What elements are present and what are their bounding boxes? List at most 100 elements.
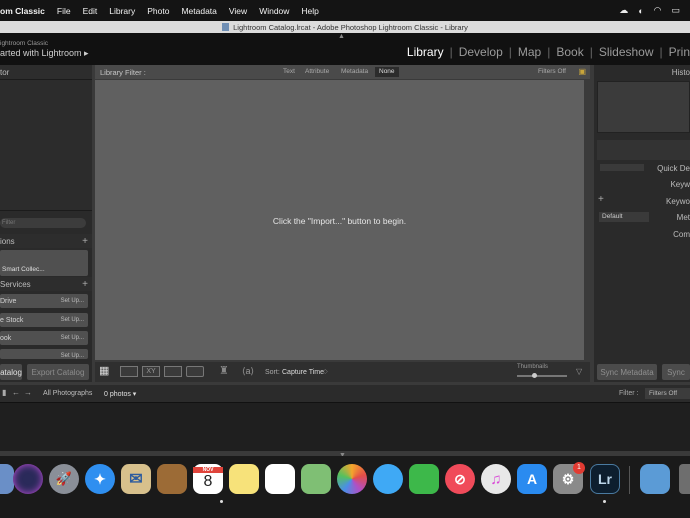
module-library[interactable]: Library [401, 45, 450, 59]
wifi-icon[interactable]: ◠ [654, 5, 662, 16]
notes-icon[interactable] [229, 464, 259, 494]
calendar-day: 8 [203, 473, 213, 490]
filmstrip-filter-dropdown[interactable]: Filters Off [645, 388, 690, 399]
module-print[interactable]: Prin [663, 45, 690, 59]
filter-metadata-tab[interactable]: Metadata [337, 67, 372, 77]
reminders-icon[interactable] [265, 464, 295, 494]
grid-toggle-icon[interactable]: ▮ [2, 388, 6, 397]
compare-view-icon[interactable]: XY [142, 366, 160, 377]
grid-scrollbar[interactable] [584, 80, 590, 360]
service-setup-button[interactable]: Set Up... [61, 298, 84, 304]
histogram-header[interactable]: Histo [594, 65, 690, 79]
cloud-sync-icon[interactable]: ☁ [619, 5, 628, 16]
menu-window[interactable]: Window [259, 6, 289, 16]
filmstrip[interactable] [0, 402, 690, 451]
publish-service-facebook[interactable]: ook Set Up... [0, 331, 88, 345]
keyword-list-header[interactable]: + Keywo [594, 194, 690, 208]
add-collection-icon[interactable]: + [82, 236, 88, 247]
publish-service-more[interactable]: Set Up... [0, 349, 88, 359]
spray-can-icon[interactable]: ♜ [219, 364, 229, 377]
import-prompt-message: Click the "Import..." button to begin. [272, 216, 407, 226]
publish-services-header[interactable]: Services + [0, 277, 92, 291]
safari-icon[interactable]: ✦ [85, 464, 115, 494]
lightroom-icon[interactable]: Lr [590, 464, 620, 494]
app-menu[interactable]: om Classic [0, 6, 45, 16]
people-view-icon[interactable] [186, 366, 204, 377]
messages-icon[interactable] [373, 464, 403, 494]
identity-app-name: ightroom Classic [0, 40, 49, 47]
launchpad-icon[interactable]: 🚀 [49, 464, 79, 494]
maps-icon[interactable] [301, 464, 331, 494]
library-filter-label: Library Filter : [100, 67, 146, 77]
sort-direction-icon[interactable]: ⟨a⟩ [242, 366, 254, 377]
collections-header[interactable]: ions + [0, 234, 92, 248]
sync-settings-button[interactable]: Sync [662, 364, 690, 380]
service-setup-button[interactable]: Set Up... [61, 353, 84, 359]
filmstrip-source[interactable]: All Photographs [43, 390, 92, 397]
survey-view-icon[interactable] [164, 366, 182, 377]
top-panel-toggle-icon[interactable]: ▲ [338, 33, 345, 40]
add-publish-service-icon[interactable]: + [82, 279, 88, 290]
thumbnail-slider-handle[interactable] [532, 373, 537, 378]
filmstrip-photo-count[interactable]: 0 photos ▾ [104, 390, 136, 398]
service-setup-button[interactable]: Set Up... [61, 335, 84, 341]
identity-activity-text[interactable]: arted with Lightroom ▸ [0, 48, 89, 59]
menu-metadata[interactable]: Metadata [181, 6, 216, 16]
menu-photo[interactable]: Photo [147, 6, 169, 16]
keywording-header[interactable]: Keyw [594, 177, 690, 191]
menu-edit[interactable]: Edit [83, 6, 98, 16]
siri-icon[interactable] [13, 464, 43, 494]
photos-icon[interactable] [337, 464, 367, 494]
publish-service-drive[interactable]: Drive Set Up... [0, 294, 88, 308]
sync-metadata-button[interactable]: Sync Metadata [597, 364, 657, 380]
forward-arrow-icon[interactable]: → [24, 388, 32, 397]
metadata-preset-dropdown[interactable]: Default [599, 212, 649, 222]
filter-attribute-tab[interactable]: Attribute [301, 67, 333, 77]
finder-icon[interactable] [0, 464, 14, 494]
filter-none-tab[interactable]: None [375, 67, 399, 77]
module-map[interactable]: Map [512, 45, 547, 59]
module-develop[interactable]: Develop [453, 45, 509, 59]
sort-label: Sort: [265, 369, 280, 376]
comments-header[interactable]: Com [594, 227, 690, 241]
module-slideshow[interactable]: Slideshow [593, 45, 660, 59]
sort-chevron-icon[interactable]: ◇ [323, 368, 328, 375]
menu-library[interactable]: Library [109, 6, 135, 16]
battery-icon[interactable]: ▭ [671, 5, 680, 16]
news-icon[interactable]: ⊘ [445, 464, 475, 494]
add-keyword-icon[interactable]: + [598, 194, 604, 205]
import-button[interactable]: atalog [0, 364, 22, 380]
thumbnail-size-slider[interactable] [517, 375, 567, 377]
app-store-icon[interactable]: A [517, 464, 547, 494]
export-catalog-button[interactable]: Export Catalog [27, 364, 89, 380]
loupe-view-icon[interactable] [120, 366, 138, 377]
smart-collections-item[interactable]: Smart Collec... [2, 266, 45, 273]
mail-icon[interactable]: ✉ [121, 464, 151, 494]
sort-dropdown[interactable]: Capture Time [282, 369, 324, 376]
publish-service-stock[interactable]: e Stock Set Up... [0, 313, 88, 327]
trash-icon[interactable] [679, 464, 690, 494]
calendar-icon[interactable]: NOV 8 [193, 464, 223, 494]
back-arrow-icon[interactable]: ← [12, 388, 20, 397]
quick-develop-header[interactable]: Quick De [594, 161, 690, 175]
siri-menu-icon[interactable]: ◐ [638, 6, 643, 16]
facetime-icon[interactable] [409, 464, 439, 494]
saved-preset-field[interactable] [600, 164, 644, 171]
collections-filter-placeholder: Filter [2, 220, 16, 226]
music-icon[interactable]: ♫ [481, 464, 511, 494]
metadata-header[interactable]: Default Met [594, 210, 690, 224]
module-book[interactable]: Book [550, 45, 589, 59]
navigator-header[interactable]: tor [0, 65, 92, 79]
grid-view-icon[interactable]: ▦ [99, 366, 116, 377]
collections-filter-input[interactable]: Filter [0, 218, 86, 228]
filter-preset-dropdown[interactable]: Filters Off [538, 68, 566, 75]
menu-file[interactable]: File [57, 6, 71, 16]
menu-view[interactable]: View [229, 6, 247, 16]
service-setup-button[interactable]: Set Up... [61, 317, 84, 323]
filter-text-tab[interactable]: Text [279, 67, 299, 77]
downloads-folder-icon[interactable] [640, 464, 670, 494]
toolbar-options-chevron-icon[interactable]: ▽ [576, 367, 582, 376]
contacts-icon[interactable] [157, 464, 187, 494]
lock-icon[interactable]: ▣ [578, 67, 586, 76]
menu-help[interactable]: Help [301, 6, 318, 16]
